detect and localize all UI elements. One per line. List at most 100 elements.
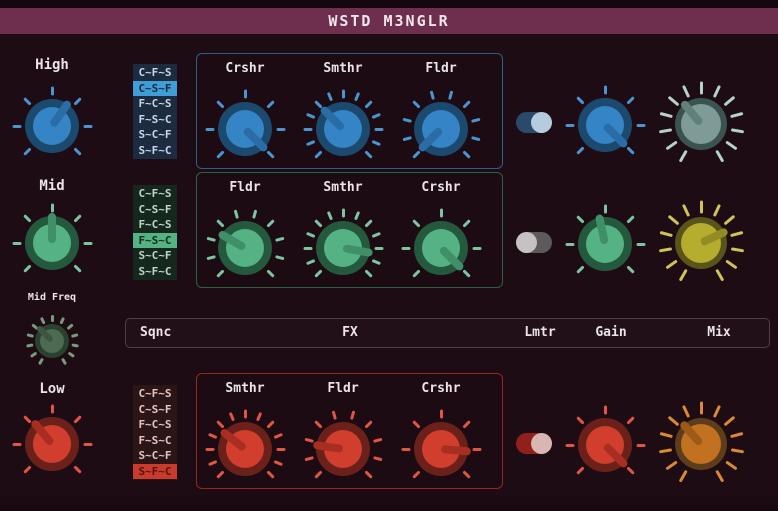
seq-option[interactable]: F~C~S — [133, 417, 177, 433]
seq-option[interactable]: F~C~S — [133, 217, 177, 233]
knob-tick — [411, 99, 421, 109]
knob-tick — [461, 419, 471, 429]
knob-tick — [50, 404, 54, 413]
knob-tick — [273, 432, 283, 439]
seq-option[interactable]: S~C~F — [133, 448, 177, 464]
high-fx-knob-crshr[interactable] — [200, 84, 290, 174]
knob-tick — [313, 149, 323, 159]
high-band-knob[interactable] — [7, 81, 97, 171]
knob-tick — [461, 99, 471, 109]
mid-gain-knob[interactable] — [560, 199, 650, 289]
mid-fx-knob-smthr[interactable] — [298, 203, 388, 293]
mid-fx-label-crshr: Crshr — [421, 180, 461, 195]
knob-tick — [371, 231, 381, 238]
seq-option[interactable]: F~S~C — [133, 433, 177, 449]
seq-option[interactable]: C~S~F — [133, 402, 177, 418]
knob-tick — [205, 447, 214, 451]
high-fx-label-smthr: Smthr — [323, 61, 363, 76]
knob-tick — [472, 246, 481, 250]
knob-tick — [625, 465, 635, 475]
seq-option[interactable]: S~F~C — [133, 143, 177, 159]
knob-tick — [305, 258, 315, 265]
high-fx-knob-smthr[interactable] — [298, 84, 388, 174]
knob-tick — [273, 459, 283, 466]
seq-option[interactable]: F~C~S — [133, 96, 177, 112]
titlebar: WSTD M3NGLR — [0, 8, 778, 34]
seq-option[interactable]: S~C~F — [133, 248, 177, 264]
seq-option[interactable]: S~F~C — [133, 264, 177, 280]
header-lmtr: Lmtr — [524, 325, 556, 340]
seq-option-selected[interactable]: F~S~C — [133, 232, 177, 248]
mid-fx-knob-fldr[interactable] — [200, 203, 290, 293]
knob-tick — [22, 414, 32, 424]
knob-tick — [411, 419, 421, 429]
knob-tick — [625, 145, 635, 155]
knob-tick — [72, 414, 82, 424]
mid-seq-list: C~F~S C~S~F F~C~S F~S~C S~C~F S~F~C — [133, 185, 177, 280]
mid-freq-knob[interactable] — [24, 313, 80, 369]
knob-tick — [625, 95, 635, 105]
knob-pointer — [48, 213, 56, 243]
low-limiter-toggle[interactable] — [516, 432, 552, 454]
knob-tick — [699, 401, 703, 414]
knob-tick — [401, 246, 410, 250]
knob-tick — [575, 465, 585, 475]
knob-tick — [730, 127, 744, 133]
knob-tick — [659, 230, 673, 237]
seq-option[interactable]: C~F~S — [133, 386, 177, 402]
low-fx-knob-smthr[interactable] — [200, 404, 290, 494]
knob-tick — [65, 322, 74, 330]
knob-tick — [470, 117, 481, 123]
low-mix-knob[interactable] — [656, 399, 746, 489]
mid-mix-knob[interactable] — [656, 198, 746, 288]
knob-tick — [265, 99, 275, 109]
mid-limiter-toggle[interactable] — [516, 231, 552, 253]
knob-tick — [575, 145, 585, 155]
knob-tick — [274, 254, 285, 260]
knob-tick — [565, 443, 574, 447]
knob-tick — [274, 236, 285, 242]
knob-tick — [12, 124, 21, 128]
toggle-thumb — [516, 231, 537, 253]
seq-option[interactable]: C~F~S — [133, 186, 177, 202]
high-gain-knob[interactable] — [560, 80, 650, 170]
knob-tick — [439, 409, 443, 418]
knob-tick — [313, 419, 323, 429]
knob-tick — [265, 149, 275, 159]
knob-tick — [659, 431, 673, 438]
knob-tick — [730, 246, 744, 252]
low-fx-knob-fldr[interactable] — [298, 404, 388, 494]
seq-option-selected[interactable]: C~S~F — [133, 80, 177, 96]
high-fx-knob-fldr[interactable] — [396, 84, 486, 174]
knob-tick — [22, 96, 32, 106]
low-fx-knob-crshr[interactable] — [396, 404, 486, 494]
high-mix-knob[interactable] — [656, 79, 746, 169]
knob-tick — [305, 112, 315, 119]
low-band-knob[interactable] — [7, 399, 97, 489]
seq-option[interactable]: S~C~F — [133, 127, 177, 143]
knob-tick — [636, 123, 645, 127]
knob-tick — [625, 415, 635, 425]
knob-tick — [636, 443, 645, 447]
knob-tick — [353, 91, 360, 101]
high-limiter-toggle[interactable] — [516, 111, 552, 133]
knob-tick — [565, 242, 574, 246]
plugin-window: WSTD M3NGLR Sqnc FX Lmtr Gain Mix High C~… — [0, 0, 778, 511]
knob-tick — [667, 95, 679, 106]
mid-band-knob[interactable] — [7, 198, 97, 288]
knob-tick — [724, 459, 738, 470]
seq-option[interactable]: C~S~F — [133, 202, 177, 218]
knob-tick — [401, 447, 410, 451]
knob-tick — [341, 208, 345, 217]
seq-option-selected[interactable]: S~F~C — [133, 463, 177, 479]
knob-tick — [83, 241, 92, 245]
mid-fx-knob-crshr[interactable] — [396, 203, 486, 293]
knob-tick — [72, 263, 82, 273]
low-gain-knob[interactable] — [560, 400, 650, 490]
knob-tick — [303, 437, 314, 443]
seq-option[interactable]: C~F~S — [133, 65, 177, 81]
knob-tick — [313, 218, 323, 228]
seq-option[interactable]: F~S~C — [133, 112, 177, 128]
knob-tick — [276, 447, 285, 451]
knob-tick — [729, 111, 743, 118]
